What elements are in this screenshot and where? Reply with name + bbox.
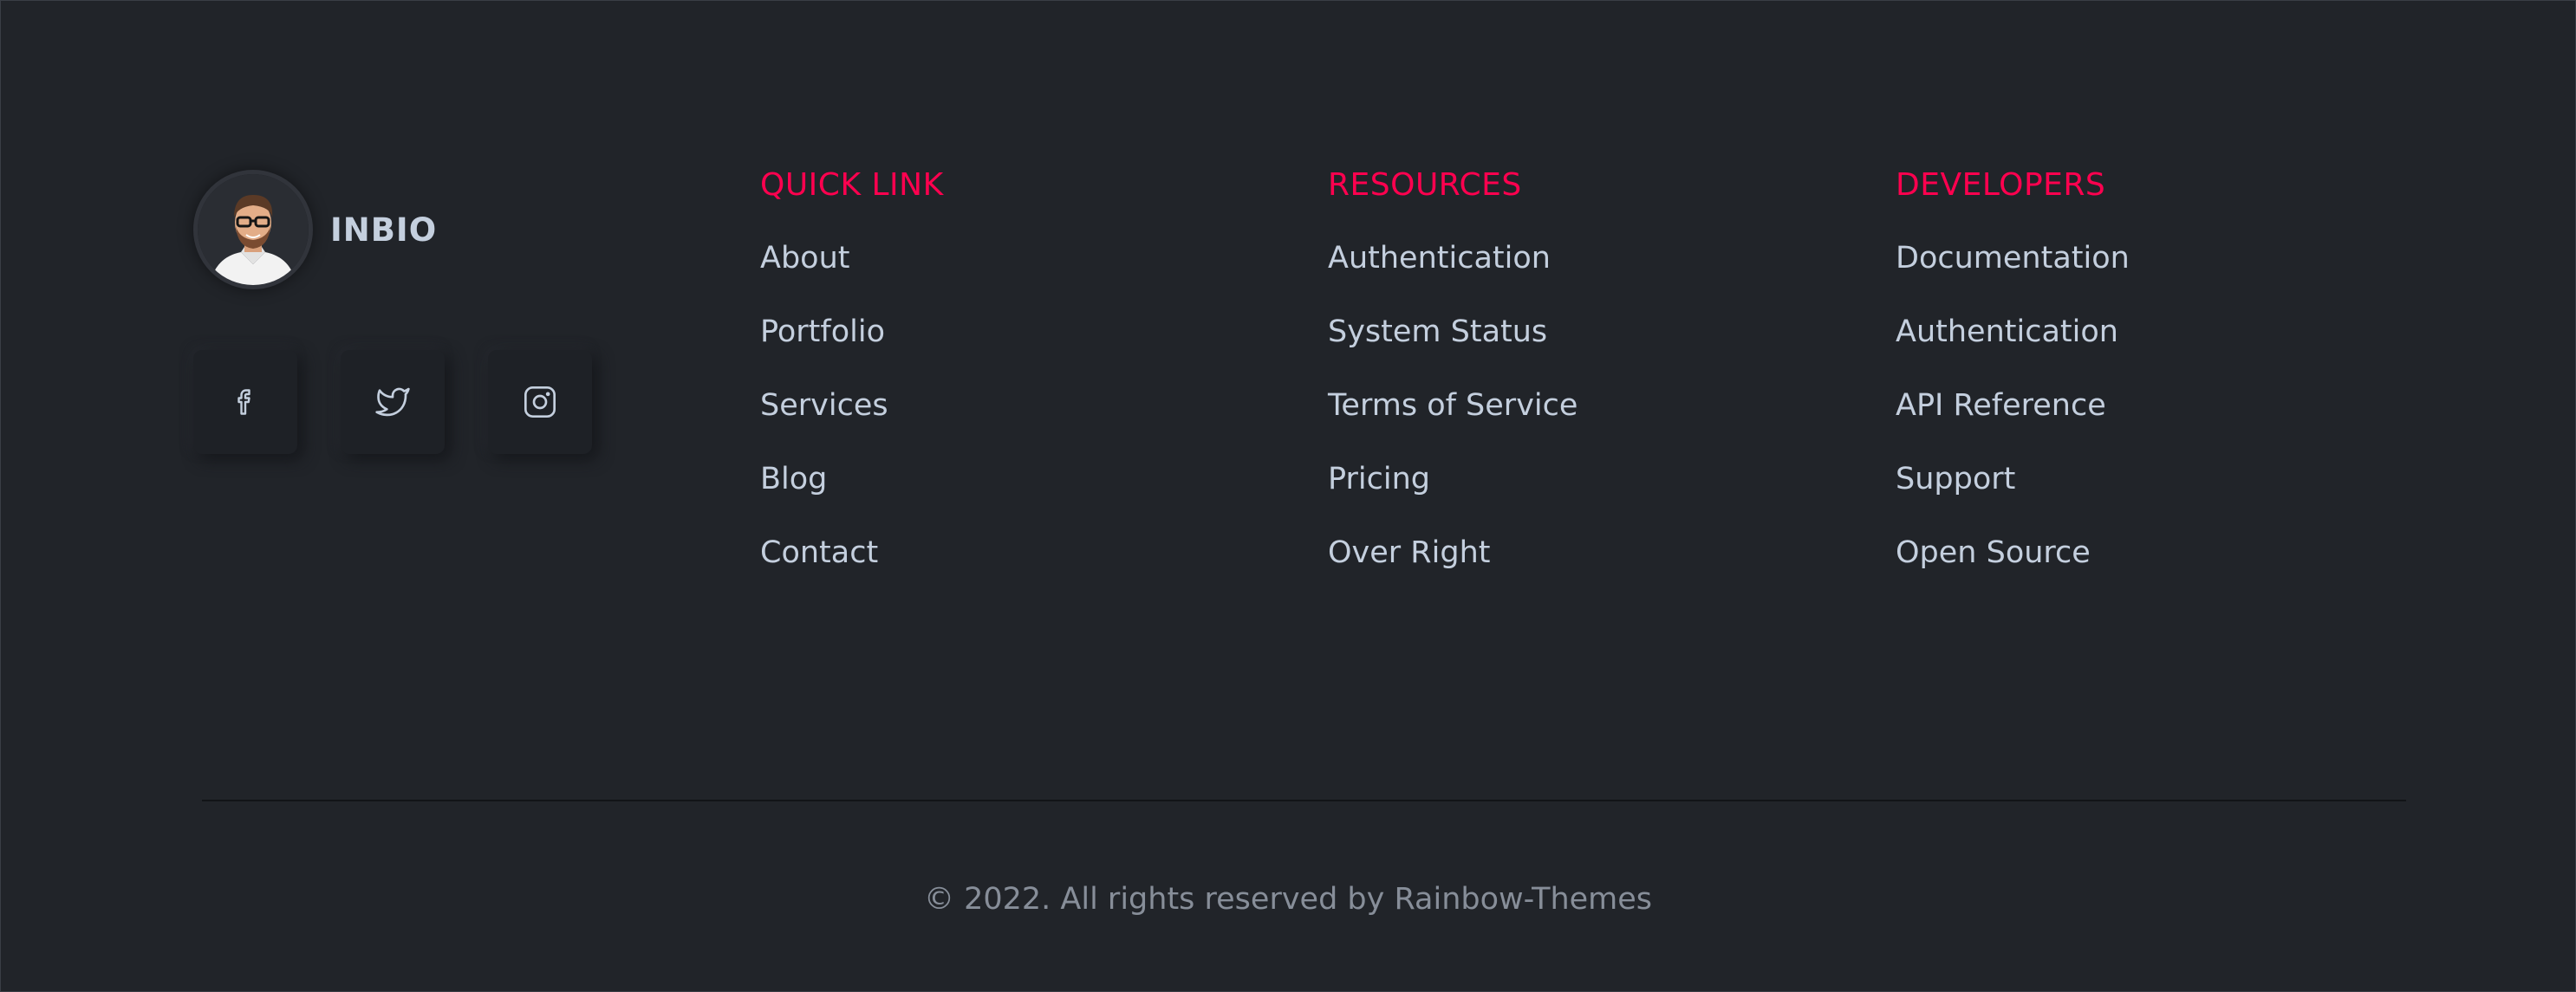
footer-column-resources: RESOURCES Authentication System Status T…: [1328, 163, 1577, 604]
link-about[interactable]: About: [760, 241, 849, 276]
instagram-icon: [524, 386, 556, 418]
link-pricing[interactable]: Pricing: [1328, 462, 1430, 496]
footer-frame: [0, 0, 2576, 992]
link-blog[interactable]: Blog: [760, 462, 827, 496]
link-over-right[interactable]: Over Right: [1328, 535, 1490, 570]
brand-name: INBIO: [330, 211, 438, 249]
link-open-source[interactable]: Open Source: [1896, 535, 2091, 570]
link-list: About Portfolio Services Blog Contact: [760, 236, 944, 604]
link-authentication[interactable]: Authentication: [1328, 241, 1551, 276]
twitter-icon: [375, 387, 410, 417]
footer-column-developers: DEVELOPERS Documentation Authentication …: [1896, 163, 2130, 604]
link-contact[interactable]: Contact: [760, 535, 878, 570]
link-terms-of-service[interactable]: Terms of Service: [1328, 388, 1577, 423]
link-authentication[interactable]: Authentication: [1896, 314, 2118, 349]
column-title: DEVELOPERS: [1896, 167, 2106, 203]
column-title: QUICK LINK: [760, 167, 944, 203]
footer-column-quick-link: QUICK LINK About Portfolio Services Blog…: [760, 163, 944, 604]
column-title: RESOURCES: [1328, 167, 1522, 203]
link-portfolio[interactable]: Portfolio: [760, 314, 885, 349]
link-system-status[interactable]: System Status: [1328, 314, 1547, 349]
divider: [202, 800, 2406, 801]
social-links: [193, 350, 592, 454]
facebook-icon: [237, 389, 250, 415]
twitter-button[interactable]: [341, 350, 445, 454]
link-list: Authentication System Status Terms of Se…: [1328, 236, 1577, 604]
link-api-reference[interactable]: API Reference: [1896, 388, 2106, 423]
avatar-image: [198, 174, 309, 285]
facebook-button[interactable]: [193, 350, 297, 454]
link-list: Documentation Authentication API Referen…: [1896, 236, 2130, 604]
avatar: [193, 170, 313, 289]
brand[interactable]: INBIO: [193, 170, 437, 289]
copyright-text: © 2022. All rights reserved by Rainbow-T…: [923, 882, 1653, 917]
link-support[interactable]: Support: [1896, 462, 2015, 496]
link-documentation[interactable]: Documentation: [1896, 241, 2130, 276]
instagram-button[interactable]: [488, 350, 592, 454]
link-services[interactable]: Services: [760, 388, 888, 423]
